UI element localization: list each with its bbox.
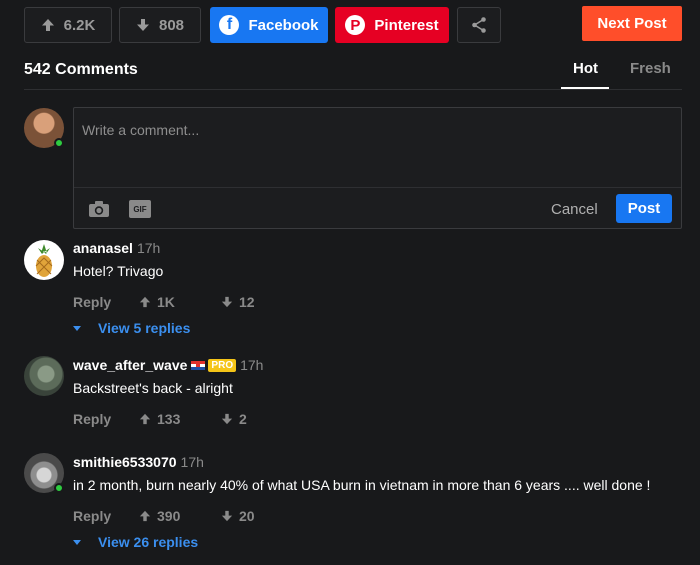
view-replies-label: View 5 replies (98, 320, 191, 336)
online-status-indicator (54, 483, 64, 493)
gif-icon[interactable]: GIF (129, 200, 151, 218)
pinterest-label: Pinterest (374, 16, 439, 34)
cancel-button[interactable]: Cancel (551, 201, 598, 218)
pinterest-icon: P (345, 15, 366, 35)
arrow-up-icon (41, 19, 54, 31)
comment-time: 17h (180, 454, 204, 470)
username[interactable]: wave_after_wave (73, 357, 187, 373)
view-replies-link[interactable]: View 5 replies (73, 320, 190, 336)
comment-text: Hotel? Trivago (73, 263, 164, 279)
camera-icon[interactable] (88, 200, 110, 218)
comment-upvote-button[interactable]: 133 (139, 411, 180, 427)
reply-button[interactable]: Reply (73, 294, 111, 310)
post-button[interactable]: Post (616, 194, 672, 223)
arrow-up-icon (139, 413, 151, 425)
next-post-button[interactable]: Next Post (582, 6, 682, 41)
header-divider (24, 89, 682, 90)
reply-button[interactable]: Reply (73, 508, 111, 524)
tab-fresh[interactable]: Fresh (630, 60, 671, 77)
croatia-flag-icon (191, 360, 206, 370)
comment-downvote-button[interactable]: 12 (221, 294, 255, 310)
facebook-label: Facebook (248, 16, 319, 34)
facebook-icon: f (219, 15, 240, 35)
upvote-count: 133 (157, 411, 181, 427)
tab-hot[interactable]: Hot (573, 60, 598, 77)
username[interactable]: ananasel (73, 240, 133, 256)
arrow-up-icon (139, 510, 151, 522)
view-replies-label: View 26 replies (98, 534, 199, 550)
comment-input[interactable]: Write a comment... (82, 122, 199, 138)
upvote-count: 6.2K (63, 16, 96, 34)
avatar[interactable] (24, 356, 64, 396)
downvote-count: 808 (158, 16, 185, 34)
share-button[interactable] (457, 7, 501, 43)
comment-time: 17h (240, 357, 264, 373)
comment-text: in 2 month, burn nearly 40% of what USA … (73, 477, 651, 493)
comments-count: 542 Comments (24, 61, 138, 78)
arrow-down-icon (221, 510, 233, 522)
current-user-avatar[interactable] (24, 108, 64, 148)
avatar[interactable] (24, 240, 64, 280)
comment-author[interactable]: wave_after_wave PRO 17h (73, 357, 263, 373)
upvote-count: 1K (157, 294, 175, 310)
comment-composer: Write a comment... GIF Cancel Post (73, 107, 682, 229)
pro-badge: PRO (208, 358, 237, 372)
view-replies-link[interactable]: View 26 replies (73, 534, 198, 550)
online-status-indicator (54, 138, 64, 148)
comment-author[interactable]: smithie6533070 17h (73, 454, 204, 470)
upvote-button[interactable]: 6.2K (24, 7, 112, 43)
comment-time: 17h (136, 240, 161, 256)
reply-button[interactable]: Reply (73, 411, 111, 427)
downvote-count: 20 (239, 508, 255, 524)
comment-upvote-button[interactable]: 1K (139, 294, 175, 310)
composer-divider (74, 187, 681, 188)
arrow-down-icon (221, 296, 233, 308)
comment-author[interactable]: ananasel 17h (73, 240, 160, 256)
share-icon (472, 17, 486, 33)
upvote-count: 390 (157, 508, 181, 524)
downvote-button[interactable]: 808 (119, 7, 201, 43)
caret-down-icon (73, 539, 81, 545)
arrow-down-icon (136, 19, 149, 31)
username[interactable]: smithie6533070 (73, 454, 177, 470)
next-post-label: Next Post (597, 15, 667, 32)
downvote-count: 2 (239, 411, 247, 427)
caret-down-icon (73, 325, 81, 331)
comment-upvote-button[interactable]: 390 (139, 508, 180, 524)
comment-downvote-button[interactable]: 20 (221, 508, 255, 524)
comment-downvote-button[interactable]: 2 (221, 411, 247, 427)
arrow-up-icon (139, 296, 151, 308)
pineapple-image (35, 244, 53, 277)
pinterest-share-button[interactable]: P Pinterest (335, 7, 449, 43)
downvote-count: 12 (239, 294, 255, 310)
comment-text: Backstreet's back - alright (73, 380, 233, 396)
arrow-down-icon (221, 413, 233, 425)
facebook-share-button[interactable]: f Facebook (210, 7, 328, 43)
avatar[interactable] (24, 453, 64, 493)
